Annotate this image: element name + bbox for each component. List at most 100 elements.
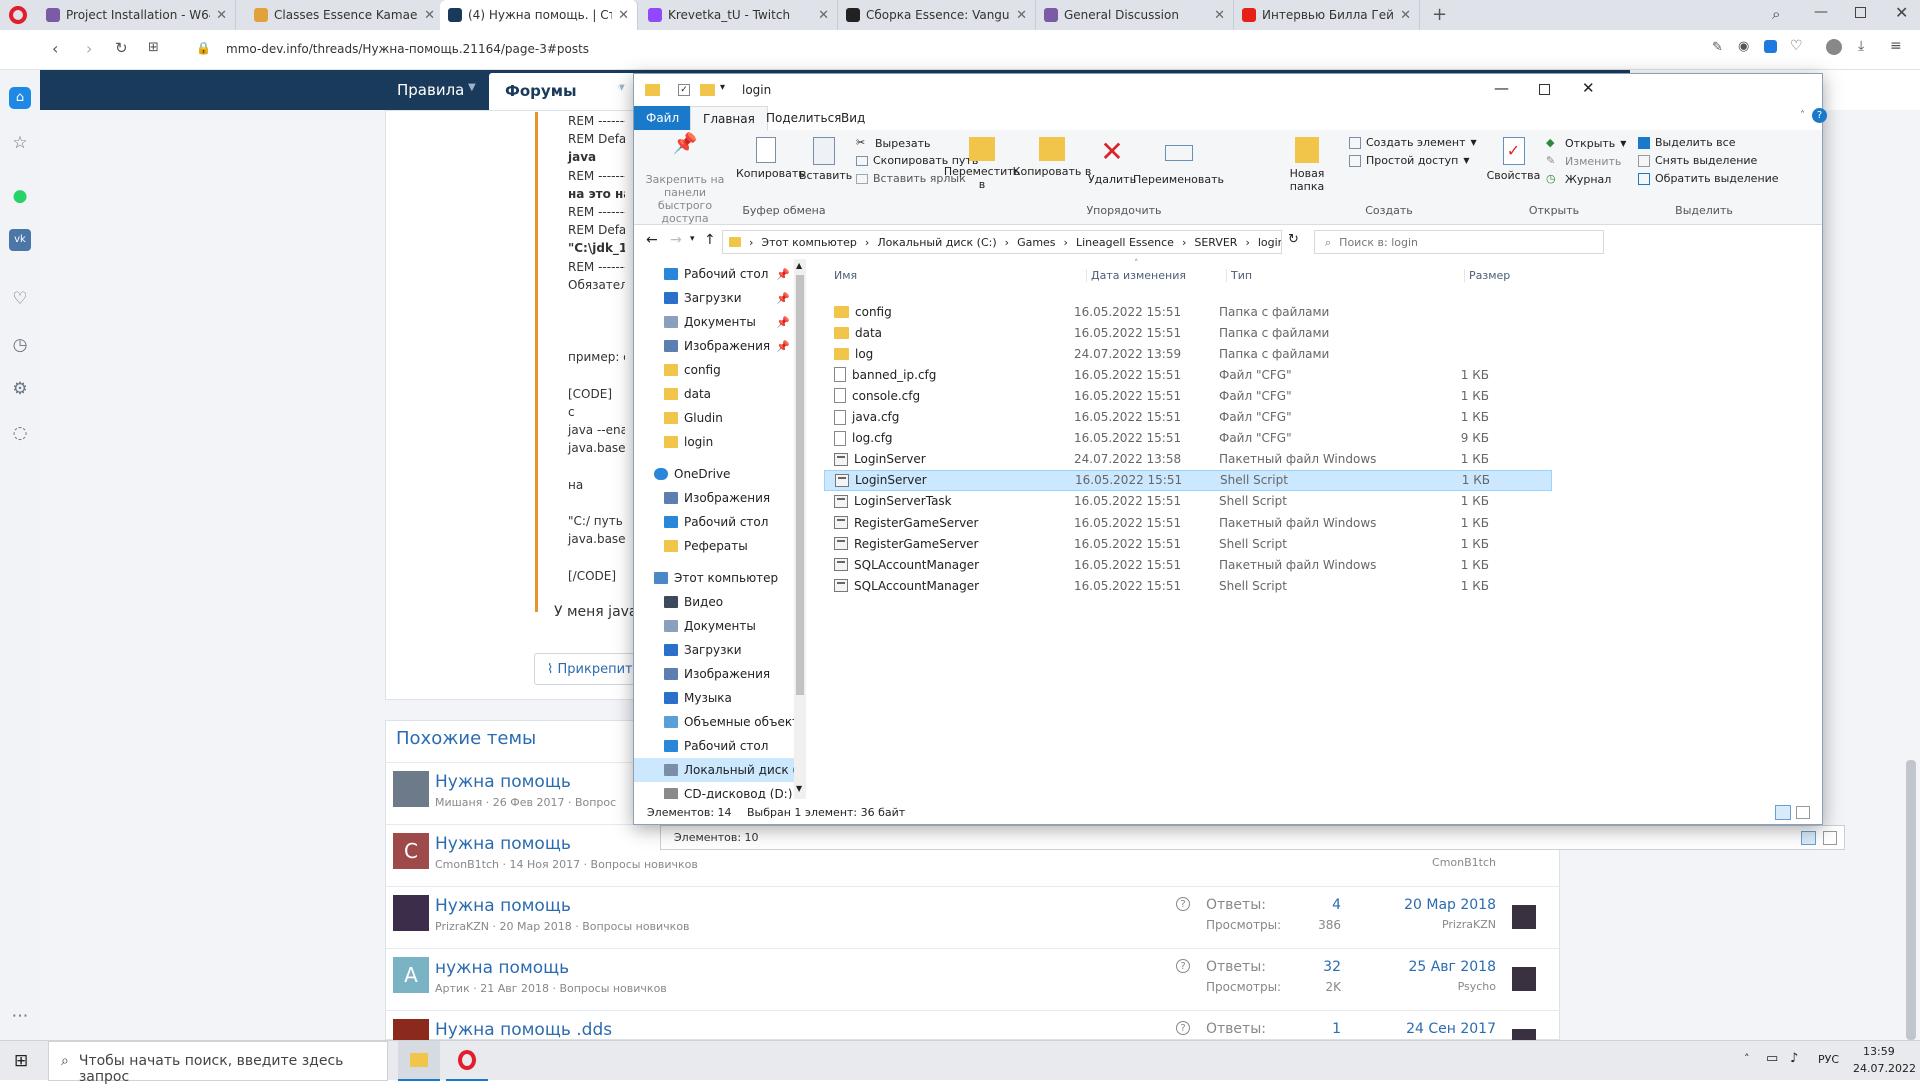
favorites-icon[interactable]: ♡ xyxy=(9,288,31,310)
open-button[interactable]: ◆ Открыть ▼ xyxy=(1546,136,1626,150)
paste-button[interactable]: Вставить xyxy=(799,137,852,182)
browser-tab[interactable]: Project Installation - W64 | ✕ xyxy=(38,0,236,30)
cut-button[interactable]: ✂ Вырезать xyxy=(856,136,930,150)
nav-item-desktop[interactable]: Рабочий стол xyxy=(634,510,794,534)
taskbar-search[interactable]: ⌕ Чтобы начать поиск, введите здесь запр… xyxy=(48,1041,388,1085)
whatsapp-icon[interactable]: ● xyxy=(9,185,31,207)
browser-tab[interactable]: Classes Essence Kamael. P€ ✕ xyxy=(246,0,444,30)
delete-button[interactable]: ✕ Удалить xyxy=(1087,137,1137,187)
crumb[interactable]: Этот компьютер xyxy=(761,236,857,249)
browser-tab[interactable]: Krevetka_tU - Twitch ✕ xyxy=(640,0,838,30)
nav-item-music[interactable]: Музыка xyxy=(634,686,794,710)
nav-item-download[interactable]: Загрузки xyxy=(634,638,794,662)
check-icon[interactable]: ✓ xyxy=(678,84,690,96)
file-row[interactable]: SQLAccountManager 16.05.2022 15:51 Пакетны… xyxy=(824,554,1552,575)
explorer-taskbar-icon[interactable] xyxy=(398,1041,440,1081)
speed-dial-icon[interactable]: ⊞ xyxy=(148,40,159,55)
avatar[interactable] xyxy=(393,895,429,931)
last-post-author[interactable]: PrizraKZN xyxy=(1346,918,1496,931)
close-window-button[interactable]: ✕ xyxy=(1895,3,1908,22)
file-row[interactable]: log.cfg 16.05.2022 15:51 Файл "CFG" 9 КБ xyxy=(824,428,1552,449)
crumb[interactable]: Lineagell Essence xyxy=(1076,236,1174,249)
avatar[interactable]: A xyxy=(393,957,429,993)
nav-scroll-thumb[interactable] xyxy=(796,275,804,695)
thread-title[interactable]: Нужна помощь xyxy=(435,896,571,916)
forward-icon[interactable]: › xyxy=(86,39,92,58)
pin-icon[interactable]: ☆ xyxy=(9,132,31,154)
volume-icon[interactable]: ♪ xyxy=(1790,1051,1798,1066)
nav-item-doc[interactable]: Документы 📌 xyxy=(634,310,794,334)
details-view-icon[interactable] xyxy=(1775,805,1791,820)
network-icon[interactable]: ▭ xyxy=(1766,1051,1778,1066)
vk-icon[interactable]: vk xyxy=(9,229,31,251)
nav-item-image[interactable]: Изображения xyxy=(634,486,794,510)
attach-button[interactable]: ⌇ Прикрепит xyxy=(534,653,644,685)
url-text[interactable]: mmo-dev.info/threads/Нужна-помощь.21164/… xyxy=(226,42,589,56)
crumb[interactable]: Локальный диск (C:) xyxy=(877,236,996,249)
nav-item-download[interactable]: Загрузки 📌 xyxy=(634,286,794,310)
nav-item-cube[interactable]: Объемные объект xyxy=(634,710,794,734)
nav-item-cd[interactable]: CD-дисковод (D:) xyxy=(634,782,794,799)
file-row[interactable]: java.cfg 16.05.2022 15:51 Файл "CFG" 1 КБ xyxy=(824,407,1552,428)
tiles-view-icon[interactable] xyxy=(1796,806,1810,819)
clock-date[interactable]: 24.07.2022 xyxy=(1853,1062,1916,1075)
home-icon[interactable]: ⌂ xyxy=(9,87,31,109)
up-arrow-icon[interactable]: ↑ xyxy=(704,232,716,248)
camera-icon[interactable]: ◉ xyxy=(1738,39,1749,54)
tab-file[interactable]: Файл xyxy=(634,106,692,130)
pin-icon[interactable]: 📌 xyxy=(776,292,790,305)
heart-icon[interactable]: ♡ xyxy=(1790,38,1803,54)
history-icon[interactable]: ◷ xyxy=(9,334,31,356)
nav-item-cloud[interactable]: OneDrive xyxy=(634,462,794,486)
last-poster-avatar[interactable] xyxy=(1512,967,1536,991)
avatar-icon[interactable] xyxy=(1826,39,1842,55)
close-tab-icon[interactable]: ✕ xyxy=(1016,8,1027,23)
nav-item-drive[interactable]: Локальный диск (С xyxy=(634,758,794,782)
restore-button[interactable] xyxy=(1855,7,1866,18)
nav-item-folder[interactable]: Gludin xyxy=(634,406,794,430)
close-tab-icon[interactable]: ✕ xyxy=(818,8,829,23)
file-row[interactable]: console.cfg 16.05.2022 15:51 Файл "CFG" 1 К… xyxy=(824,385,1552,406)
edit-button[interactable]: ✎ Изменить xyxy=(1546,154,1621,168)
thread-title[interactable]: Нужна помощь xyxy=(435,834,571,854)
last-post-author[interactable]: CmonB1tch xyxy=(1346,856,1496,869)
details-view-icon[interactable] xyxy=(1801,831,1816,845)
file-row[interactable]: LoginServer 16.05.2022 15:51 Shell Script 1… xyxy=(824,469,1552,491)
tiles-view-icon[interactable] xyxy=(1823,831,1837,845)
file-row[interactable]: RegisterGameServer 16.05.2022 15:51 Shell … xyxy=(824,533,1552,554)
explorer-maximize-button[interactable] xyxy=(1539,84,1550,95)
opera-logo-icon[interactable] xyxy=(9,6,27,24)
forward-arrow-icon[interactable]: → xyxy=(670,232,682,248)
file-row[interactable]: data 16.05.2022 15:51 Папка с файлами xyxy=(824,322,1552,343)
search-tabs-icon[interactable]: ⌕ xyxy=(1772,5,1780,23)
nav-item-video[interactable]: Видео xyxy=(634,590,794,614)
crumb[interactable]: Games xyxy=(1017,236,1055,249)
search-box[interactable]: ⌕ Поиск в: login xyxy=(1314,230,1604,254)
last-post-date[interactable]: 24 Сен 2017 xyxy=(1346,1021,1496,1037)
nav-articles[interactable]: Ар xyxy=(613,81,633,99)
new-folder-icon[interactable] xyxy=(700,84,715,96)
file-row[interactable]: SQLAccountManager 16.05.2022 15:51 Shell S… xyxy=(824,575,1552,596)
column-name[interactable]: Имя xyxy=(834,269,857,282)
settings-icon[interactable]: ⚙ xyxy=(9,378,31,400)
nav-item-image[interactable]: Изображения 📌 xyxy=(634,334,794,358)
crumb[interactable]: SERVER xyxy=(1194,236,1237,249)
pin-icon[interactable]: 📌 xyxy=(776,316,790,329)
nav-scrollbar[interactable]: ▲ ▼ xyxy=(794,259,806,799)
explorer-minimize-button[interactable]: — xyxy=(1494,79,1509,97)
new-item-button[interactable]: Создать элемент ▼ xyxy=(1349,136,1477,149)
refresh-icon[interactable]: ↻ xyxy=(1288,232,1299,247)
scroll-up-icon[interactable]: ▲ xyxy=(796,261,802,270)
move-to-button[interactable]: Переместить в xyxy=(942,137,1022,191)
select-all-button[interactable]: Выделить все xyxy=(1638,136,1735,149)
invert-selection-button[interactable]: Обратить выделение xyxy=(1638,172,1779,185)
last-post-date[interactable]: 20 Мар 2018 xyxy=(1346,897,1496,913)
copy-to-button[interactable]: Копировать в xyxy=(1012,137,1092,178)
file-row[interactable]: log 24.07.2022 13:59 Папка с файлами xyxy=(824,343,1552,364)
nav-item-folder[interactable]: Рефераты xyxy=(634,534,794,558)
file-row[interactable]: banned_ip.cfg 16.05.2022 15:51 Файл "CFG" 1… xyxy=(824,364,1552,385)
recent-dropdown-icon[interactable]: ▾ xyxy=(690,234,695,244)
new-folder-button[interactable]: Новая папка xyxy=(1282,137,1332,193)
download-icon[interactable]: ⤓ xyxy=(1858,38,1864,54)
copy-button[interactable]: Копировать xyxy=(736,137,805,180)
